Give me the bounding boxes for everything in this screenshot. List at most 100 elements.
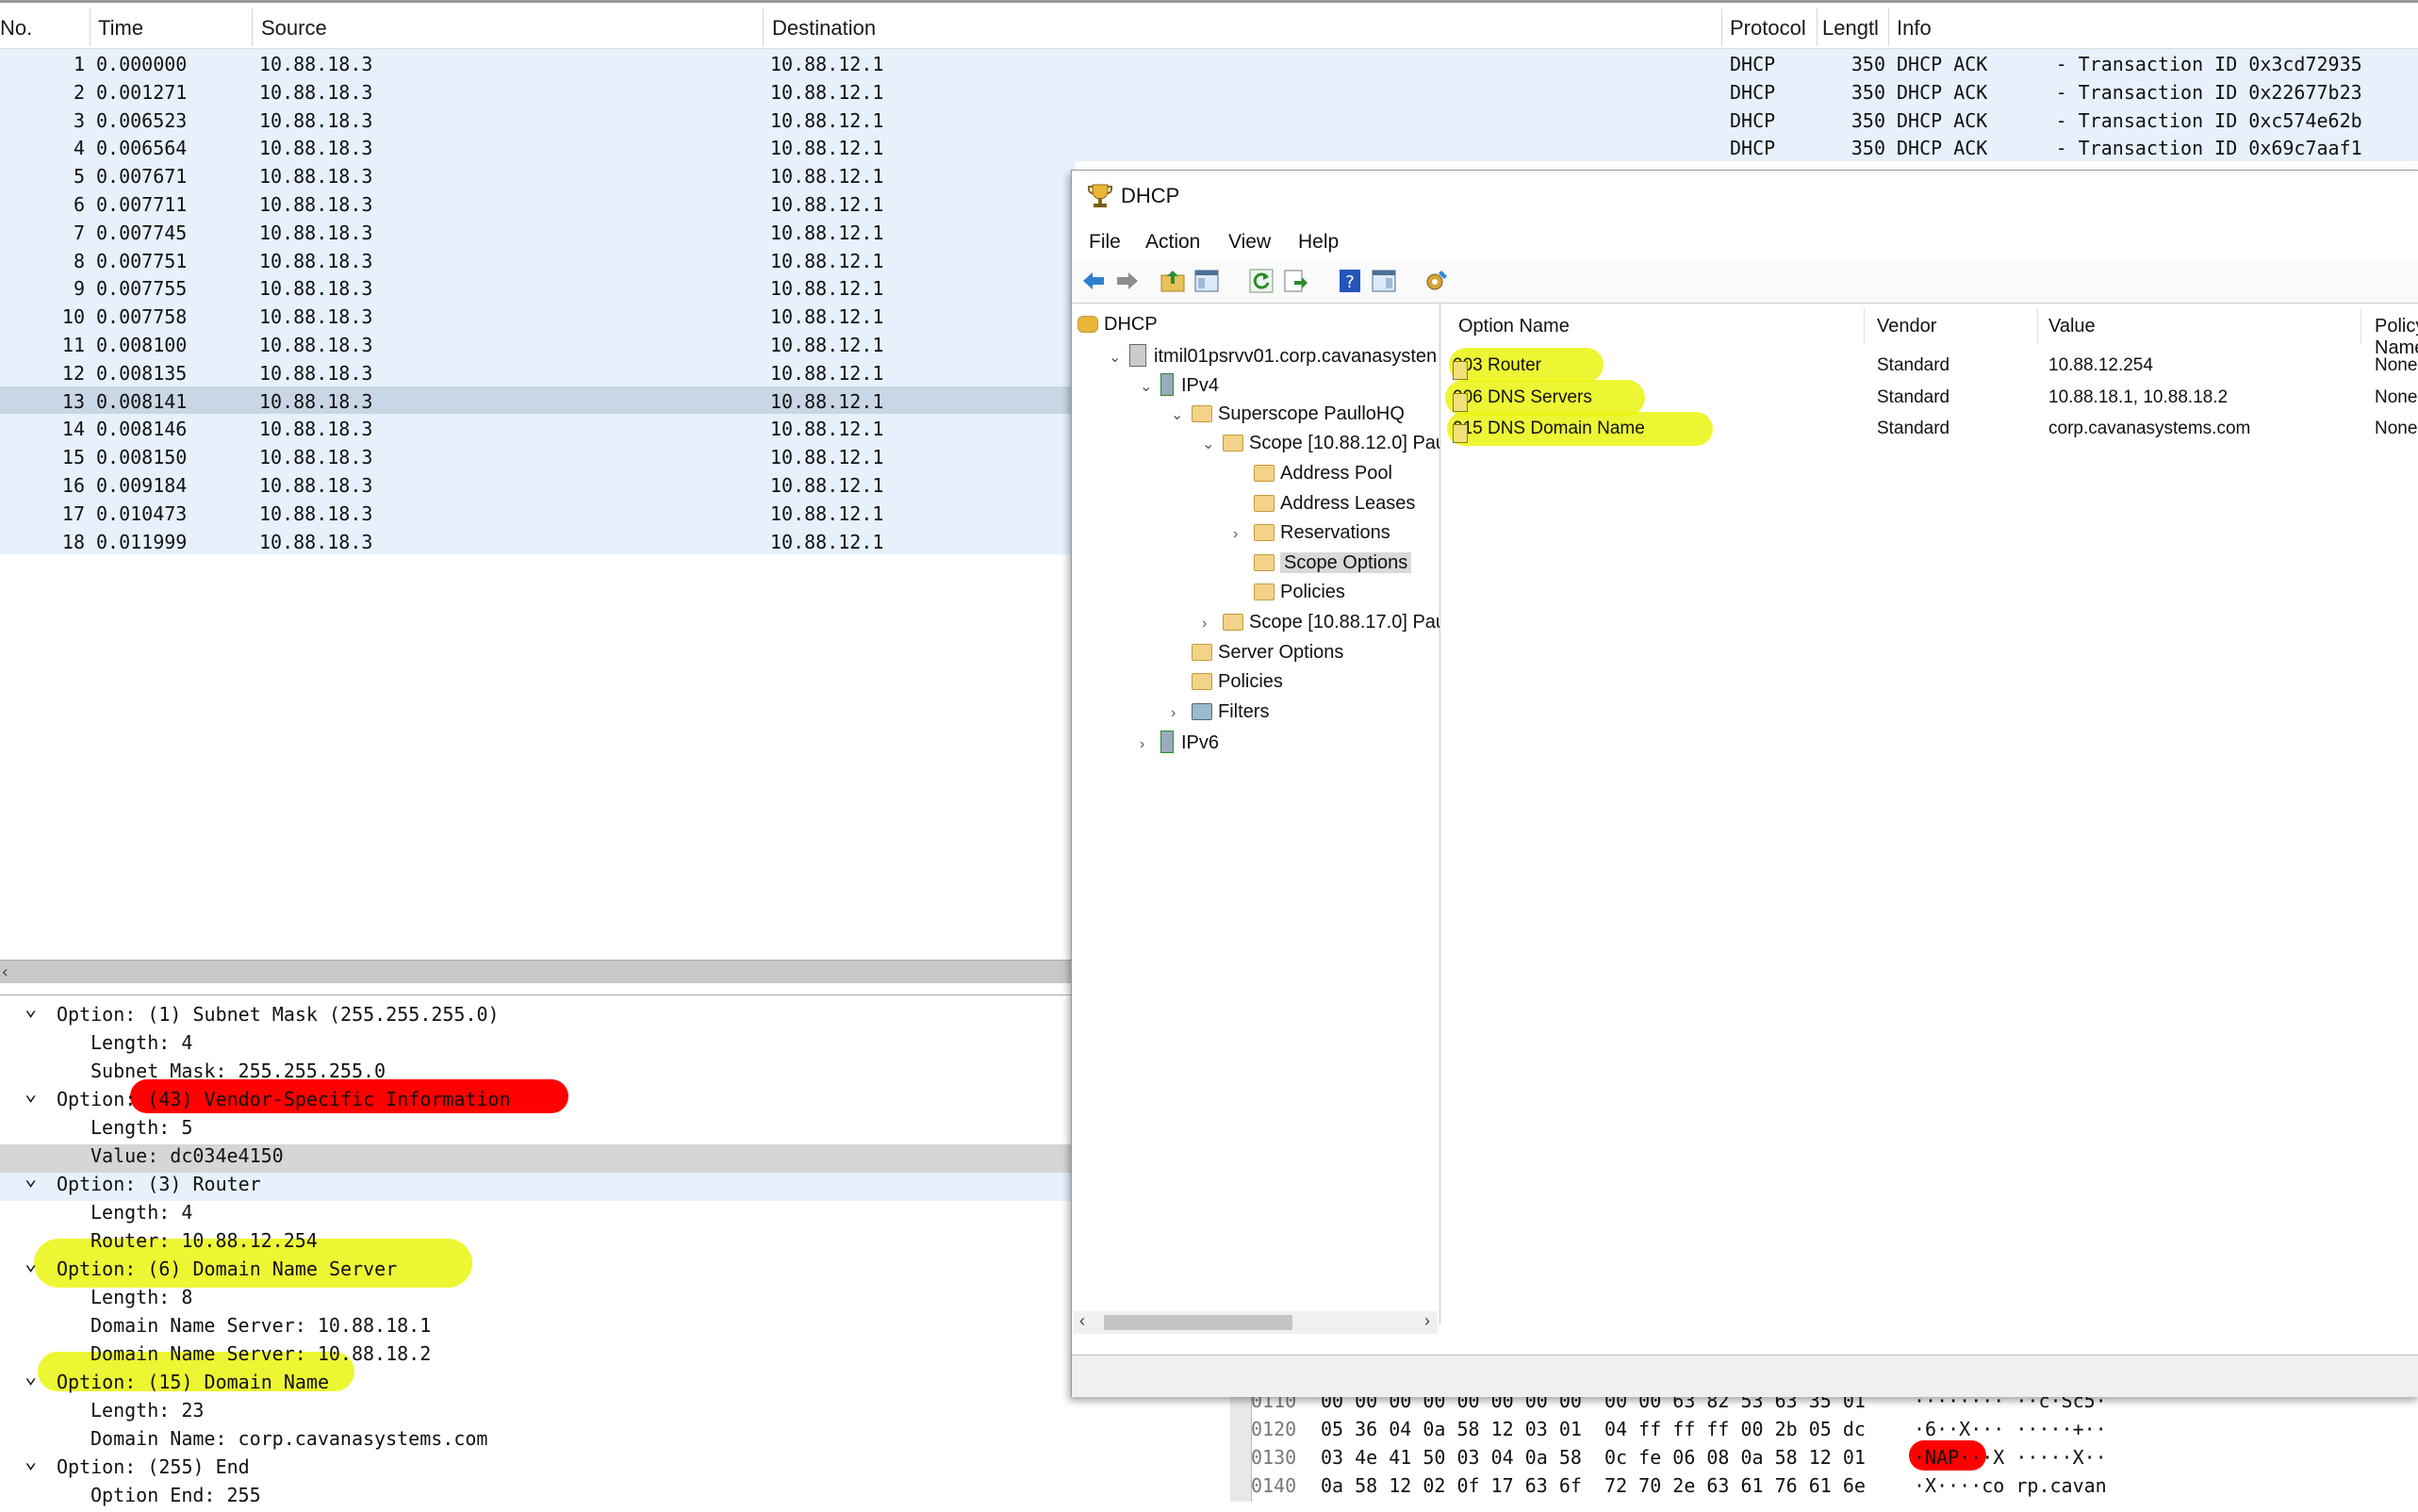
packet-list-hscrollbar[interactable]: ‹ [0,960,1075,983]
packet-row[interactable]: 9 0.007755 10.88.18.3 10.88.12.1 [0,273,1075,303]
collapse-chevron-icon[interactable]: ⌄ [1171,405,1192,424]
collapse-chevron-icon[interactable]: ⌄ [1140,377,1160,396]
expand-chevron-icon[interactable]: › [1202,616,1223,633]
col-header-info[interactable]: Info [1897,16,1932,41]
expand-chevron-icon[interactable]: ⌄ [25,1082,37,1106]
up-folder-icon[interactable] [1159,267,1187,295]
scroll-left-icon[interactable]: ‹ [1079,1311,1085,1331]
byte-hex[interactable]: 03 4e 41 50 03 04 0a 58 0c fe 06 08 0a 5… [1321,1446,1866,1469]
tree-node[interactable]: ⌄ itmil01psrvv01.corp.cavanasysten [1109,343,1437,368]
packet-row[interactable]: 8 0.007751 10.88.18.3 10.88.12.1 [0,245,1075,274]
col-header-source[interactable]: Source [261,16,327,41]
col-header-no[interactable]: No. [0,16,32,41]
scroll-left-icon[interactable]: ‹ [0,962,10,982]
detail-option-node[interactable]: ⌄ Option: (6) Domain Name Server [0,1252,397,1286]
show-hide-action-pane-icon[interactable] [1370,267,1398,295]
detail-field[interactable]: Length: 23 [0,1399,204,1427]
detail-field[interactable]: Option End: 255 [0,1484,261,1512]
tree-node[interactable]: ⌄ IPv4 [1140,373,1219,397]
col-header-value[interactable]: Value [2048,316,2096,337]
packet-row[interactable]: 13 0.008141 10.88.18.3 10.88.12.1 [0,386,1075,415]
tree-node[interactable]: Scope Options [1233,551,1412,574]
packet-row[interactable]: 11 0.008100 10.88.18.3 10.88.12.1 [0,329,1075,358]
collapse-chevron-icon[interactable]: ⌄ [1202,435,1223,453]
tree-node[interactable]: › Filters [1171,701,1269,723]
packet-row-right[interactable]: DHCP 350 DHCP ACK - Transaction ID 0x22677… [1075,76,2418,106]
packet-row[interactable]: 7 0.007745 10.88.18.3 10.88.12.1 [0,217,1075,246]
menu-file[interactable]: File [1089,231,1121,254]
col-header-vendor[interactable]: Vendor [1877,316,1936,337]
col-header-time[interactable]: Time [98,16,143,41]
byte-ascii[interactable]: ·NAP···X ·····X·· [1914,1446,2107,1469]
tree-scroll-thumb[interactable] [1104,1315,1292,1330]
packet-row[interactable]: 2 0.001271 10.88.18.3 10.88.12.1 [0,76,1075,106]
detail-option-node[interactable]: ⌄ Option: (43) Vendor-Specific Informati… [0,1082,511,1116]
packet-row[interactable]: 16 0.009184 10.88.18.3 10.88.12.1 [0,469,1075,499]
byte-hex[interactable]: 0a 58 12 02 0f 17 63 6f 72 70 2e 63 61 7… [1321,1474,1866,1497]
packet-row[interactable]: 12 0.008135 10.88.18.3 10.88.12.1 [0,357,1075,386]
byte-ascii[interactable]: ·X····co rp.cavan [1914,1474,2107,1497]
expand-chevron-icon[interactable]: ⌄ [25,1365,37,1389]
tree-hscrollbar[interactable]: ‹ › [1074,1311,1438,1334]
detail-field[interactable]: Length: 5 [0,1116,192,1144]
option-row[interactable]: 006 DNS Servers Standard 10.88.18.1, 10.88… [1443,382,2418,413]
tree-node[interactable]: ⌄ Superscope PaulloHQ [1171,403,1405,425]
show-hide-tree-icon[interactable] [1193,267,1221,295]
packet-row-right[interactable]: DHCP 350 DHCP ACK - Transaction ID 0x3cd72… [1075,49,2418,77]
tree-node[interactable]: Policies [1233,582,1345,603]
menu-help[interactable]: Help [1298,231,1339,254]
back-arrow-icon[interactable] [1079,267,1108,295]
detail-field[interactable]: Length: 8 [0,1286,192,1314]
menu-action[interactable]: Action [1145,231,1200,254]
expand-chevron-icon[interactable]: ⌄ [25,1450,37,1473]
detail-field[interactable]: Domain Name: corp.cavanasystems.com [0,1427,487,1455]
packet-row[interactable]: 3 0.006523 10.88.18.3 10.88.12.1 [0,105,1075,134]
expand-chevron-icon[interactable]: ⌄ [25,1167,37,1191]
detail-option-node[interactable]: ⌄ Option: (3) Router [0,1167,1075,1201]
tree-node[interactable]: DHCP [1077,314,1158,336]
title-bar[interactable]: DHCP [1072,171,2418,223]
detail-field[interactable]: Domain Name Server: 10.88.18.1 [0,1314,431,1342]
expand-chevron-icon[interactable]: › [1140,736,1160,753]
refresh-icon[interactable] [1247,267,1275,295]
expand-chevron-icon[interactable]: ⌄ [25,1252,37,1275]
option-row[interactable]: 015 DNS Domain Name Standard corp.cavanasy… [1443,413,2418,444]
packet-row[interactable]: 14 0.008146 10.88.18.3 10.88.12.1 [0,414,1075,443]
col-header-protocol[interactable]: Protocol [1730,16,1806,41]
tree-node[interactable]: › IPv6 [1140,731,1219,754]
detail-option-node[interactable]: ⌄ Option: (15) Domain Name [0,1365,329,1399]
packet-row[interactable]: 6 0.007711 10.88.18.3 10.88.12.1 [0,189,1075,218]
detail-option-node[interactable]: ⌄ Option: (1) Subnet Mask (255.255.255.0… [0,997,500,1031]
tree-node[interactable]: Server Options [1171,642,1343,664]
packet-row[interactable]: 5 0.007671 10.88.18.3 10.88.12.1 [0,161,1075,189]
detail-field[interactable]: Length: 4 [0,1031,192,1060]
col-header-option-name[interactable]: Option Name [1458,316,1570,337]
tree-node[interactable]: ⌄ Scope [10.88.12.0] Pau [1202,433,1439,454]
packet-row[interactable]: 18 0.011999 10.88.18.3 10.88.12.1 [0,526,1075,555]
detail-field[interactable]: Value: dc034e4150 [0,1144,1075,1173]
col-header-length[interactable]: Lengtl [1822,16,1879,41]
tree-node[interactable]: Policies [1171,671,1283,693]
packet-row[interactable]: 10 0.007758 10.88.18.3 10.88.12.1 [0,302,1075,330]
byte-hex[interactable]: 05 36 04 0a 58 12 03 01 04 ff ff ff 00 2… [1321,1418,1866,1440]
bytes-vscrollbar[interactable] [1230,1386,1252,1502]
add-server-icon[interactable] [1423,267,1451,295]
detail-field[interactable]: Router: 10.88.12.254 [0,1229,318,1257]
export-list-icon[interactable] [1281,267,1309,295]
packet-row-right[interactable]: DHCP 350 DHCP ACK - Transaction ID 0x69c7a… [1075,133,2418,162]
forward-arrow-icon[interactable] [1113,267,1142,295]
tree-node[interactable]: Address Pool [1233,463,1392,485]
dhcp-console-window[interactable]: DHCP File Action View Help ? DHCP ⌄ itmil0… [1071,170,2418,1397]
tree-node[interactable]: Address Leases [1233,493,1415,515]
menu-view[interactable]: View [1228,231,1271,254]
tree-node[interactable]: › Reservations [1233,522,1390,544]
scroll-right-icon[interactable]: › [1424,1311,1430,1331]
option-row[interactable]: 003 Router Standard 10.88.12.254 None [1443,350,2418,381]
help-icon[interactable]: ? [1336,267,1364,295]
collapse-chevron-icon[interactable]: ⌄ [1109,348,1129,367]
packet-row-right[interactable]: DHCP 350 DHCP ACK - Transaction ID 0xc574e… [1075,105,2418,134]
detail-field[interactable]: Domain Name Server: 10.88.18.2 [0,1342,431,1371]
expand-chevron-icon[interactable]: › [1171,705,1192,722]
byte-ascii[interactable]: ·6··X··· ·····+·· [1914,1418,2107,1440]
packet-row[interactable]: 4 0.006564 10.88.18.3 10.88.12.1 [0,133,1075,162]
